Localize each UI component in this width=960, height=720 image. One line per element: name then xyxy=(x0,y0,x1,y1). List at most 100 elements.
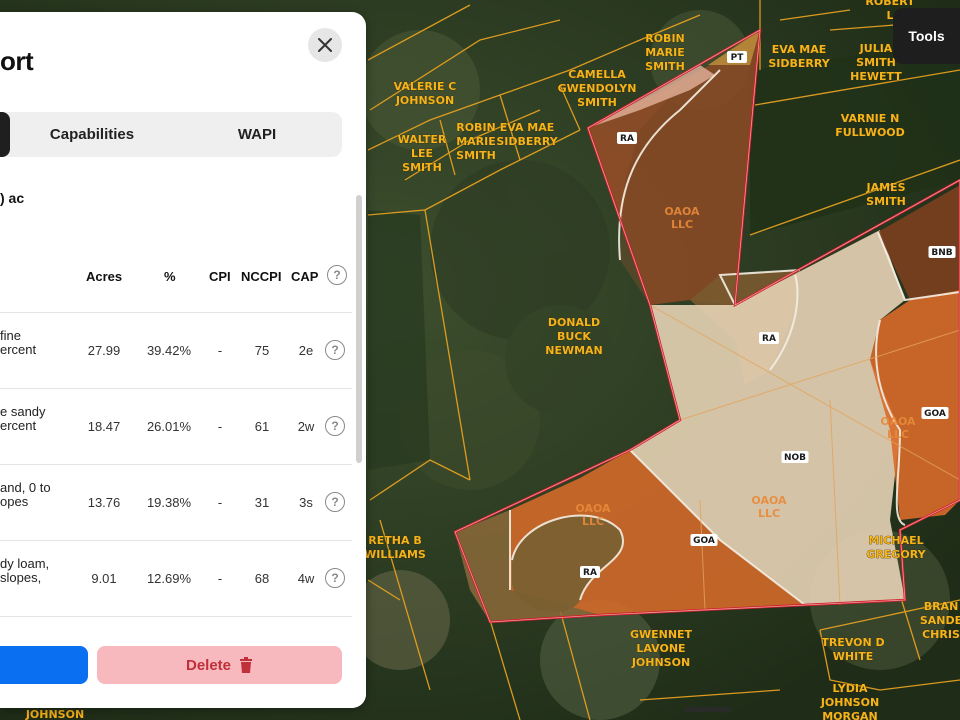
owner-label-line: EVA MAE xyxy=(500,121,555,134)
cell-acres: 27.99 xyxy=(87,343,121,358)
soil-unit-name-line: e sandy xyxy=(0,404,46,419)
field-owner-label-line: LLC xyxy=(887,428,909,441)
owner-label-line: SMITH xyxy=(402,161,442,174)
owner-label-line: SANDE xyxy=(920,614,960,627)
soil-unit-label[interactable]: RA xyxy=(580,566,600,578)
soil-unit-name-line: fine xyxy=(0,328,21,343)
soil-label-text: BNB xyxy=(931,248,952,258)
help-icon[interactable]: ? xyxy=(325,492,345,512)
tab-wapi[interactable]: WAPI xyxy=(172,112,342,157)
help-icon[interactable]: ? xyxy=(325,416,345,436)
soil-unit-name-line: opes xyxy=(0,494,29,509)
cell-percent: 12.69% xyxy=(146,571,192,586)
owner-label-line: GWENNET xyxy=(630,628,693,641)
owner-label-line: HEWETT xyxy=(850,70,902,83)
table-row[interactable] xyxy=(0,616,352,631)
soil-unit-label[interactable]: RA xyxy=(617,132,637,144)
help-icon[interactable]: ? xyxy=(327,265,347,285)
cell-acres: 9.01 xyxy=(91,571,117,586)
owner-label-line: MICHAEL xyxy=(868,534,923,547)
owner-label-eva-mae: EVA MAE SIDBERRY xyxy=(496,121,558,148)
owner-label-line: ROBIN xyxy=(645,32,685,45)
soil-unit-name: fine ercent xyxy=(0,329,72,357)
owner-label-line: JULIA xyxy=(859,42,893,55)
owner-label-line: VALERIE C xyxy=(394,80,457,93)
owner-label-line: FULLWOOD xyxy=(835,126,905,139)
soil-unit-name-line: dy loam, xyxy=(0,556,50,571)
home-indicator xyxy=(684,707,732,712)
table-row[interactable]: and, 0 to opes 13.76 19.38% - 31 3s? xyxy=(0,464,352,541)
trash-icon xyxy=(240,657,253,673)
delete-button[interactable]: Delete xyxy=(97,646,342,684)
owner-label-line: EVA MAE xyxy=(772,43,827,56)
soil-label-text: NOB xyxy=(784,453,806,463)
owner-label-line: JOHNSON xyxy=(631,656,690,669)
owner-label-line: JAMES xyxy=(866,181,906,194)
tab-active-indicator[interactable] xyxy=(0,112,10,157)
owner-label-robin-marie: ROBIN MARIE SMITH xyxy=(456,121,496,162)
owner-label-james: JAMES SMITH xyxy=(866,181,906,208)
owner-label-line: DONALD xyxy=(548,316,600,329)
owner-label-retha: RETHA B WILLIAMS xyxy=(364,534,426,561)
soil-unit-label[interactable]: RA xyxy=(759,332,779,344)
table-row[interactable]: dy loam, slopes, 9.01 12.69% - 68 4w? xyxy=(0,540,352,617)
soil-unit-label[interactable]: GOA xyxy=(690,534,718,546)
owner-label-line: CHRIS xyxy=(922,628,960,641)
scrollbar-track[interactable] xyxy=(356,195,362,650)
soil-label-text: PT xyxy=(731,53,745,63)
cell-cpi: - xyxy=(217,571,223,586)
field-owner-label-line: LLC xyxy=(758,507,780,520)
cell-cpi: - xyxy=(217,343,223,358)
soil-unit-label[interactable]: NOB xyxy=(781,451,809,463)
delete-label: Delete xyxy=(185,656,232,674)
owner-label-line: NEWMAN xyxy=(545,344,603,357)
table-row[interactable]: fine ercent 27.99 39.42% - 75 2e? xyxy=(0,312,352,389)
table-row[interactable]: e sandy ercent 18.47 26.01% - 61 2w? xyxy=(0,388,352,465)
close-icon xyxy=(318,38,332,52)
owner-label-line: WHITE xyxy=(833,650,873,663)
panel-footer: Delete xyxy=(0,630,366,708)
cell-cpi: - xyxy=(217,419,223,434)
field-owner-label-line: OAOA xyxy=(880,415,916,428)
primary-button[interactable] xyxy=(0,646,88,684)
tab-bar: Capabilities WAPI xyxy=(0,112,342,157)
col-header-cpi: CPI xyxy=(209,269,231,284)
owner-label-line: JOHNSON xyxy=(395,94,454,107)
owner-label-line: SMITH xyxy=(456,149,496,162)
cell-nccpi: 68 xyxy=(254,571,270,586)
cell-nccpi: 61 xyxy=(254,419,270,434)
soil-unit-label[interactable]: PT xyxy=(727,51,747,63)
owner-label-line: JOHNSON xyxy=(25,708,84,720)
owner-label-line: BRAN xyxy=(924,600,959,613)
owner-label-varnie: VARNIE N FULLWOOD xyxy=(835,112,905,139)
tools-button[interactable]: Tools xyxy=(893,8,960,64)
owner-label-brand: BRAN SANDE CHRIS xyxy=(920,600,960,641)
soil-unit-name: dy loam, slopes, xyxy=(0,557,72,585)
soil-unit-name-line: and, 0 to xyxy=(0,480,51,495)
soil-unit-name-line: ercent xyxy=(0,342,37,357)
owner-label-line: BUCK xyxy=(557,330,591,343)
col-header-cap: CAP xyxy=(291,269,319,284)
soil-label-text: GOA xyxy=(924,409,946,419)
owner-label-line: ROBIN xyxy=(456,121,496,134)
soil-unit-name-line: ercent xyxy=(0,418,37,433)
panel-title: ort xyxy=(0,46,34,76)
cell-percent: 19.38% xyxy=(146,495,192,510)
col-header-percent: % xyxy=(164,269,176,284)
owner-label-eva-mae-top: EVA MAE SIDBERRY xyxy=(768,43,830,70)
tab-capabilities[interactable]: Capabilities xyxy=(12,112,172,157)
owner-label-line: SMITH xyxy=(856,56,896,69)
owner-label-line: RETHA B xyxy=(368,534,421,547)
cell-acres: 18.47 xyxy=(87,419,121,434)
field-owner-label-line: LLC xyxy=(582,515,604,528)
scrollbar-thumb[interactable] xyxy=(356,195,362,463)
help-icon[interactable]: ? xyxy=(325,568,345,588)
owner-label-gwennet: GWENNET LAVONE JOHNSON xyxy=(630,628,693,669)
owner-label-line: SMITH xyxy=(645,60,685,73)
soil-unit-label[interactable]: BNB xyxy=(928,246,956,258)
help-icon[interactable]: ? xyxy=(325,340,345,360)
owner-label-line: LAVONE xyxy=(636,642,685,655)
close-button[interactable] xyxy=(308,28,342,62)
soil-unit-label[interactable]: GOA xyxy=(921,407,949,419)
cell-nccpi: 31 xyxy=(254,495,270,510)
